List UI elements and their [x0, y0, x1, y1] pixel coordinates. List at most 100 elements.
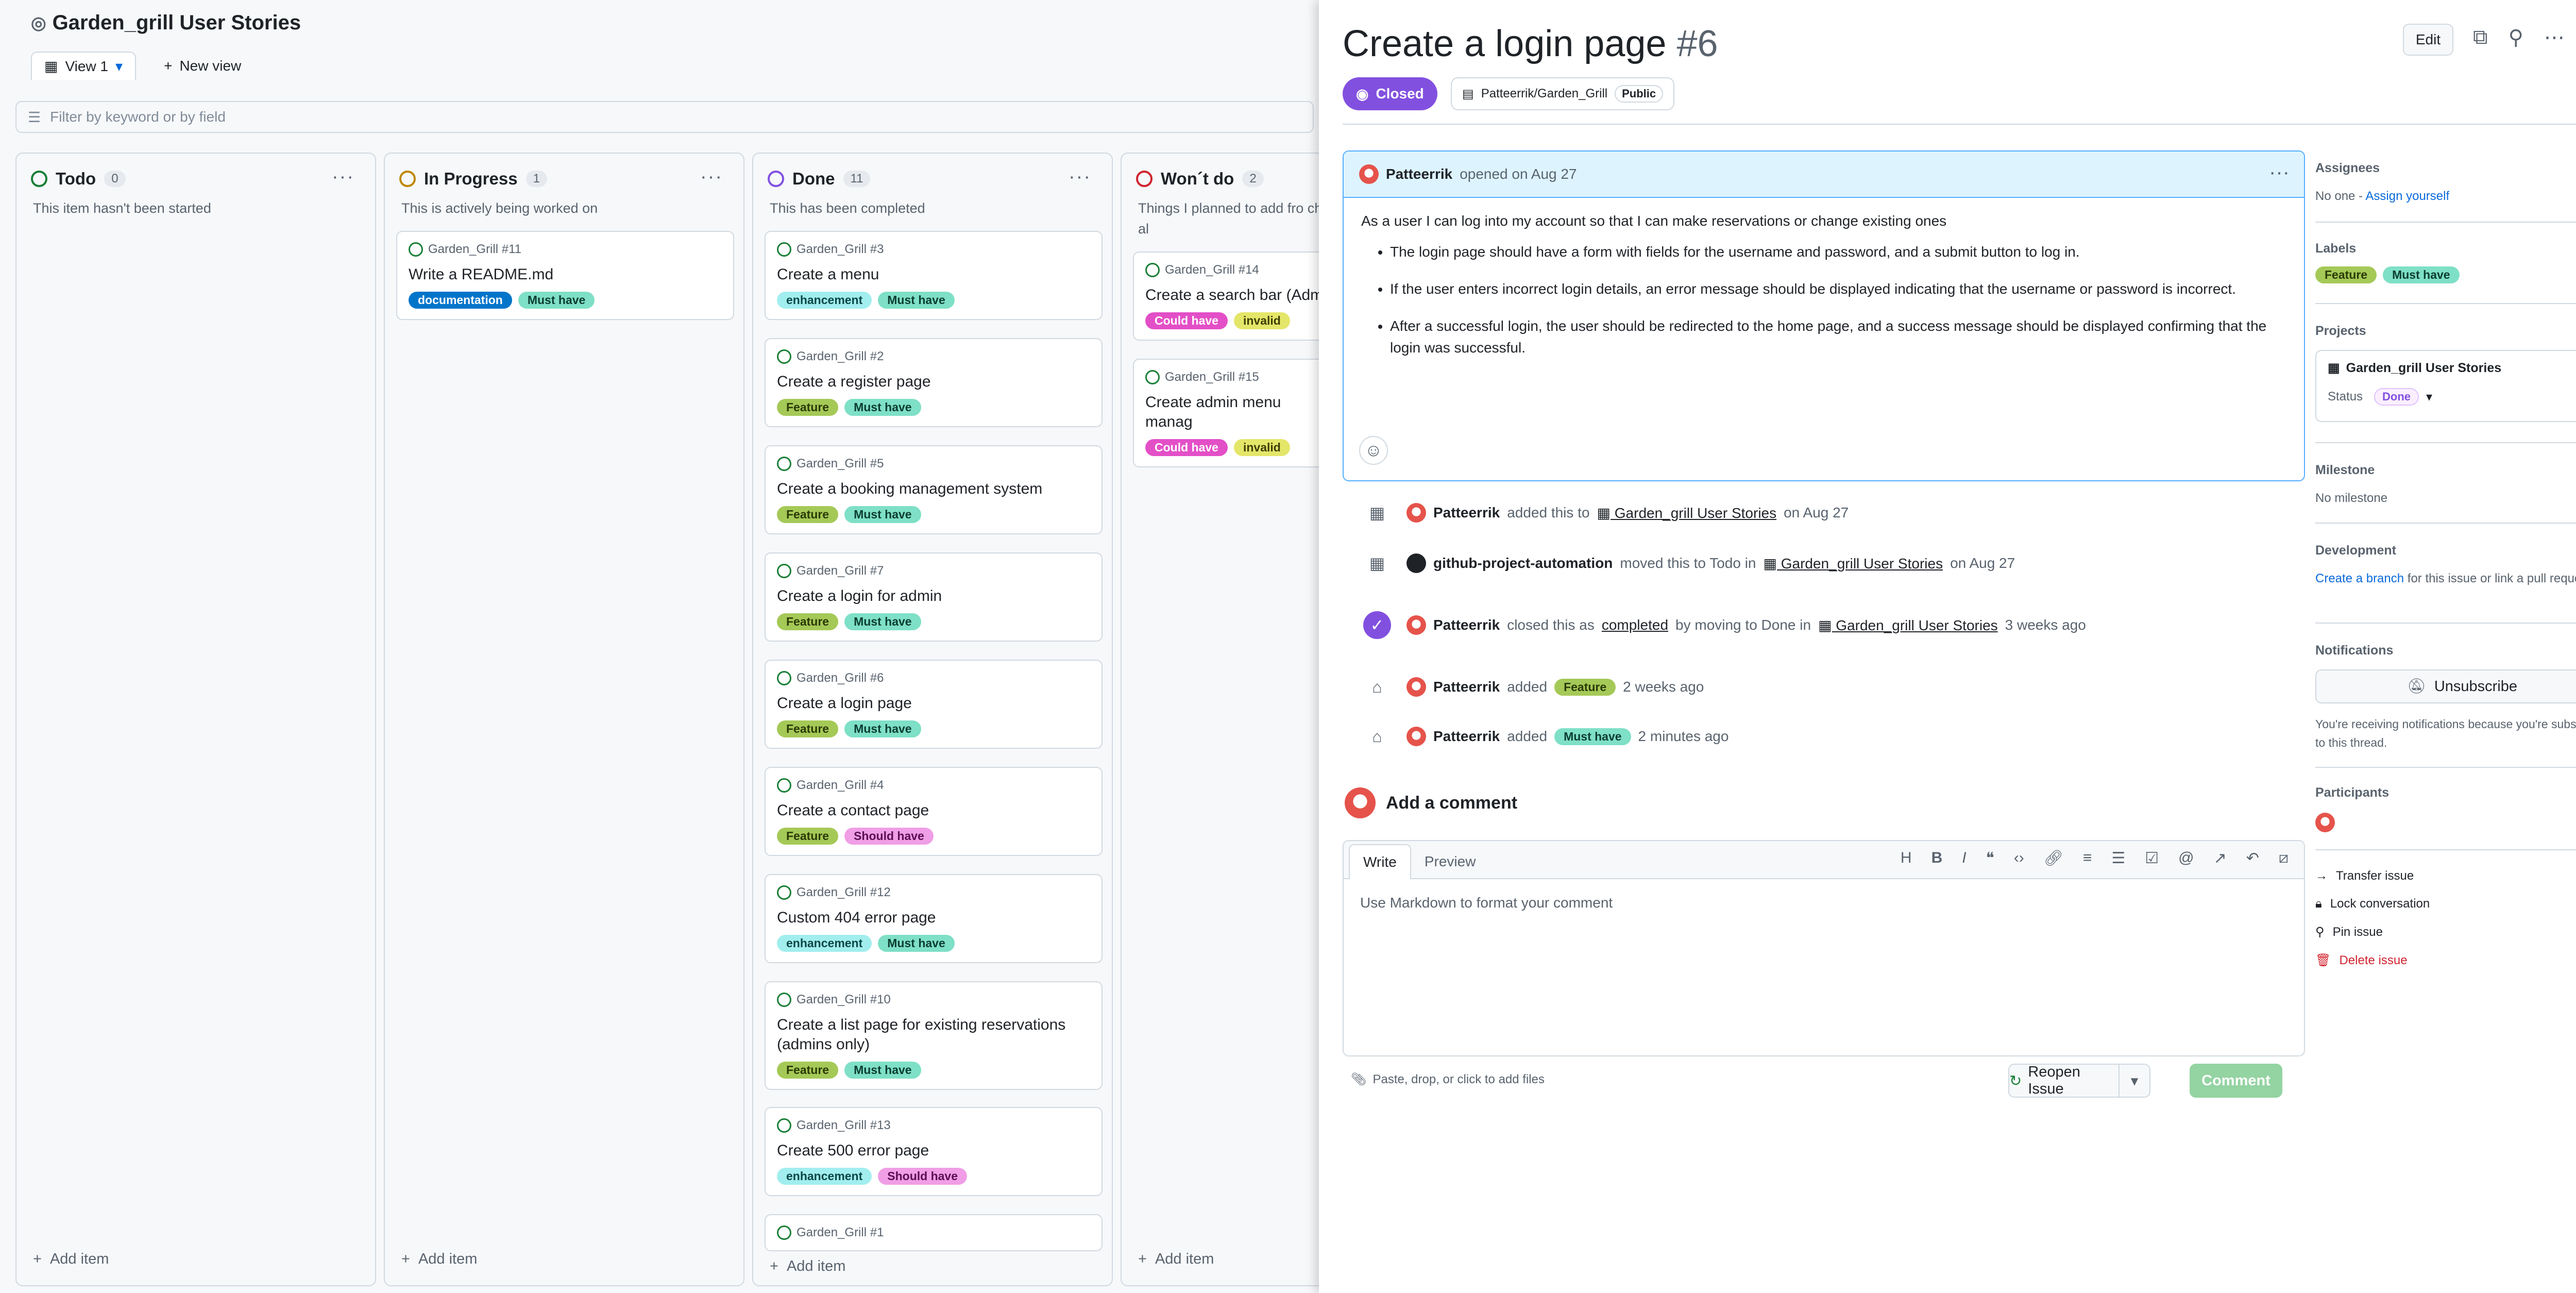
create-branch-link[interactable]: Create a branch: [2315, 572, 2404, 585]
issue-card[interactable]: Garden_Grill #14 Create a search bar (Adm…: [1133, 251, 1336, 341]
comment-button[interactable]: Comment: [2190, 1064, 2282, 1098]
reply-icon[interactable]: ↶: [2246, 849, 2259, 867]
comment-options-icon[interactable]: ···: [2269, 161, 2290, 184]
column-menu-icon[interactable]: ···: [700, 166, 723, 188]
avatar[interactable]: [1406, 727, 1426, 746]
project-link[interactable]: Garden_grill User Stories: [2346, 361, 2502, 376]
label-badge[interactable]: Feature: [777, 828, 839, 845]
avatar[interactable]: [1406, 553, 1426, 573]
label-badge[interactable]: Must have: [844, 506, 921, 523]
project-link[interactable]: ▦ Garden_grill User Stories: [1597, 505, 1777, 522]
label-badge[interactable]: Must have: [844, 399, 921, 416]
label-badge[interactable]: invalid: [1233, 439, 1290, 456]
label-badge[interactable]: Feature: [777, 506, 839, 523]
view-options-icon[interactable]: ▾: [115, 58, 123, 75]
italic-icon[interactable]: I: [1962, 849, 1966, 867]
label-badge[interactable]: enhancement: [777, 292, 872, 309]
card-title[interactable]: Custom 404 error page: [777, 908, 1090, 928]
issue-card[interactable]: Garden_Grill #4 Create a contact page Feat…: [765, 767, 1103, 856]
attach-files[interactable]: 📎︎ Paste, drop, or click to add files: [1351, 1072, 1545, 1087]
issue-card[interactable]: Garden_Grill #11 Write a README.md documen…: [396, 231, 734, 320]
new-view-button[interactable]: + New view: [151, 52, 253, 80]
label-badge[interactable]: invalid: [1233, 312, 1290, 329]
comment-input[interactable]: Use Markdown to format your comment: [1344, 879, 2304, 927]
label-badge[interactable]: Must have: [844, 720, 921, 737]
label-badge[interactable]: Feature: [777, 399, 839, 416]
pin-icon[interactable]: ⚲: [2509, 26, 2523, 49]
quote-icon[interactable]: ❝: [1986, 849, 1994, 867]
add-reaction-icon[interactable]: ☺: [1359, 436, 1388, 465]
reopen-issue-button[interactable]: ↻ Reopen Issue ▾: [2008, 1064, 2150, 1098]
card-title[interactable]: Create a menu: [777, 265, 1090, 284]
card-title[interactable]: Create a contact page: [777, 801, 1090, 820]
card-title[interactable]: Create a login for admin: [777, 586, 1090, 606]
lock-conversation-button[interactable]: 🔒︎ Lock conversation: [2315, 897, 2576, 911]
card-title[interactable]: Create a list page for existing reservat…: [777, 1015, 1090, 1054]
add-item-button[interactable]: + Add item: [401, 1251, 477, 1268]
heading-icon[interactable]: H: [1901, 849, 1912, 867]
add-item-button[interactable]: + Add item: [758, 1252, 1088, 1280]
filter-input[interactable]: ☰ Filter by keyword or by field: [15, 101, 1314, 133]
card-title[interactable]: Create a register page: [777, 372, 1090, 392]
add-item-button[interactable]: + Add item: [1138, 1251, 1214, 1268]
issue-card[interactable]: Garden_Grill #13 Create 500 error page enh…: [765, 1107, 1103, 1196]
label-badge[interactable]: Must have: [844, 1062, 921, 1079]
card-title[interactable]: Create admin menu manag: [1145, 393, 1327, 432]
label-badge[interactable]: Could have: [1145, 439, 1228, 456]
issue-card[interactable]: Garden_Grill #10 Create a list page for e…: [765, 981, 1103, 1090]
label-badge[interactable]: Must have: [2383, 266, 2460, 283]
avatar[interactable]: [1406, 615, 1426, 635]
avatar[interactable]: [1406, 503, 1426, 523]
label-badge[interactable]: Feature: [777, 720, 839, 737]
label-badge[interactable]: Must have: [518, 292, 595, 309]
numbered-list-icon[interactable]: ☰: [2111, 849, 2125, 867]
label-badge[interactable]: Feature: [1554, 678, 1616, 696]
author-link[interactable]: Patteerrik: [1386, 166, 1452, 182]
label-badge[interactable]: Must have: [878, 935, 955, 952]
project-link[interactable]: ▦ Garden_grill User Stories: [1764, 555, 1943, 572]
issue-card[interactable]: Garden_Grill #7 Create a login for admin F…: [765, 552, 1103, 642]
label-badge[interactable]: Feature: [777, 1062, 839, 1079]
avatar[interactable]: [1359, 164, 1379, 184]
assign-yourself-link[interactable]: Assign yourself: [2365, 189, 2449, 203]
label-badge[interactable]: Should have: [878, 1168, 968, 1185]
label-badge[interactable]: Feature: [2315, 266, 2377, 283]
label-badge[interactable]: Must have: [1554, 728, 1631, 745]
unsubscribe-button[interactable]: 🔕︎ Unsubscribe: [2315, 669, 2576, 703]
tab-preview[interactable]: Preview: [1411, 845, 1489, 878]
card-title[interactable]: Create 500 error page: [777, 1141, 1090, 1161]
status-field[interactable]: Done ▾: [2374, 388, 2432, 406]
actor-link[interactable]: github-project-automation: [1433, 555, 1613, 572]
copy-link-icon[interactable]: ⧉: [2473, 26, 2488, 49]
card-title[interactable]: Create a search bar (Admi: [1145, 286, 1327, 305]
bulleted-list-icon[interactable]: ≡: [2083, 849, 2092, 867]
slash-commands-icon[interactable]: ⧄: [2279, 849, 2289, 867]
label-badge[interactable]: Could have: [1145, 312, 1228, 329]
card-title[interactable]: Create a login page: [777, 694, 1090, 713]
issue-card[interactable]: Garden_Grill #15 Create admin menu manag C…: [1133, 359, 1336, 467]
chevron-down-icon[interactable]: ▾: [2119, 1065, 2149, 1097]
label-badge[interactable]: Feature: [777, 613, 839, 630]
pin-issue-button[interactable]: ⚲ Pin issue: [2315, 925, 2576, 939]
completed-link[interactable]: completed: [1602, 617, 1668, 633]
task-list-icon[interactable]: ☑: [2145, 849, 2159, 867]
avatar[interactable]: [2315, 813, 2335, 832]
card-title[interactable]: Create a booking management system: [777, 479, 1090, 499]
reference-icon[interactable]: ↗: [2214, 849, 2227, 867]
label-badge[interactable]: Should have: [844, 828, 934, 845]
tab-view-1[interactable]: ▦ View 1 ▾: [31, 52, 137, 80]
issue-card[interactable]: Garden_Grill #1: [765, 1214, 1103, 1251]
label-badge[interactable]: Must have: [844, 613, 921, 630]
card-title[interactable]: Write a README.md: [409, 265, 722, 284]
more-options-icon[interactable]: ⋯: [2544, 26, 2565, 49]
avatar[interactable]: [1406, 677, 1426, 697]
link-icon[interactable]: 🔗︎: [2044, 849, 2063, 867]
issue-card[interactable]: Garden_Grill #3 Create a menu enhancement M…: [765, 231, 1103, 320]
column-menu-icon[interactable]: ···: [332, 166, 354, 188]
mention-icon[interactable]: @: [2178, 849, 2194, 867]
label-badge[interactable]: enhancement: [777, 1168, 872, 1185]
add-item-button[interactable]: + Add item: [33, 1251, 109, 1268]
project-link[interactable]: ▦ Garden_grill User Stories: [1818, 617, 1998, 634]
actor-link[interactable]: Patteerrik: [1433, 679, 1500, 695]
column-menu-icon[interactable]: ···: [1069, 166, 1091, 188]
